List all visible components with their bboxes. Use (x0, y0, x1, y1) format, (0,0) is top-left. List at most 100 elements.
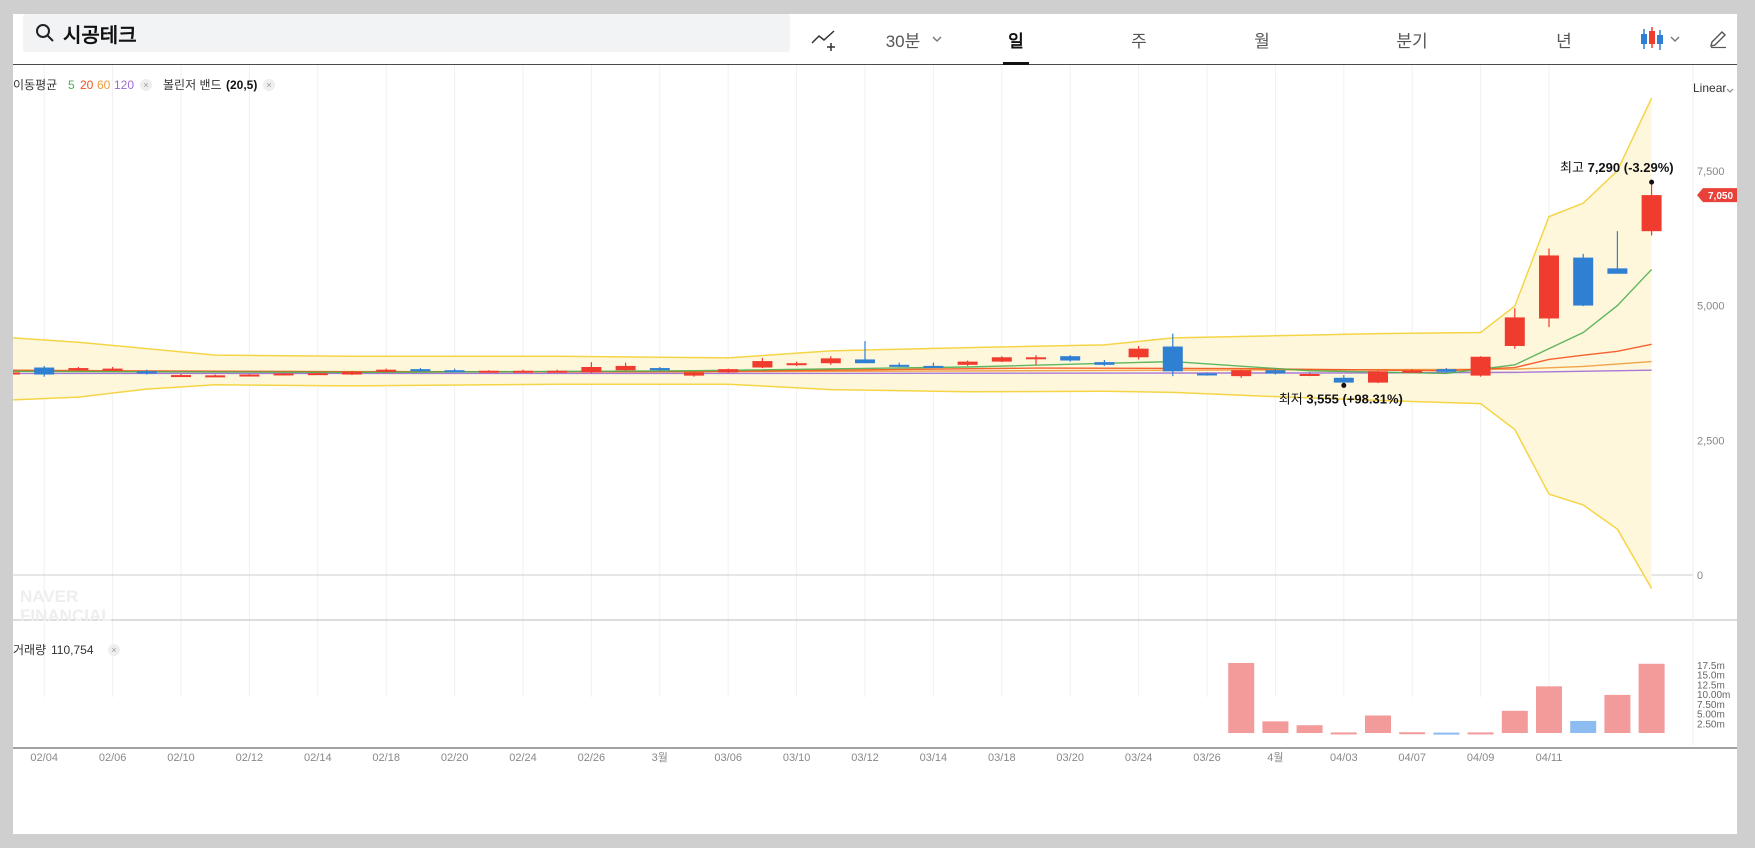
low-marker (1341, 382, 1347, 388)
volume-bar (1330, 732, 1357, 735)
low-prefix: 최저 (1279, 391, 1307, 406)
pencil-icon (1710, 31, 1726, 49)
volume-bar (1638, 663, 1665, 733)
volume-tick-label: 12.5m (1697, 680, 1725, 691)
volume-panel: 2.50m5.00m7.50m10.00m12.5m15.0m17.5m (1228, 661, 1730, 735)
bollinger-band (13, 97, 1653, 589)
chart-type-select[interactable] (1635, 14, 1685, 64)
date-tick-label: 03/10 (783, 752, 811, 764)
candle-body (1641, 195, 1662, 232)
bollinger-legend-label: 볼린저 밴드 (163, 78, 222, 92)
candle-body (718, 369, 739, 373)
tab-year[interactable]: 년 (1531, 14, 1597, 64)
candle-body (1607, 268, 1628, 274)
candle-body (1231, 370, 1252, 377)
candle-body (273, 373, 294, 376)
high-marker (1649, 179, 1655, 185)
candlestick-icon (1641, 27, 1663, 50)
candle-body (376, 369, 397, 372)
volume-value: 110,754 (51, 643, 94, 657)
ma-legend-label: 이동평균 (13, 78, 57, 92)
candle-body (991, 357, 1012, 362)
tab-week[interactable]: 주 (1106, 14, 1172, 64)
candle-body (923, 365, 944, 368)
scale-label: Linear (1693, 81, 1726, 95)
candle-body (1094, 362, 1115, 365)
search-input[interactable]: 시공테크 (23, 14, 790, 52)
candle-body (1436, 369, 1457, 372)
date-tick-label: 04/03 (1330, 752, 1358, 764)
candle-body (342, 371, 362, 375)
date-tick-label: 02/24 (509, 752, 537, 764)
volume-legend: 거래량 110,754 × (13, 643, 120, 657)
current-price-label: 7,050 (1708, 191, 1733, 202)
remove-bollinger-button[interactable]: × (263, 79, 275, 91)
date-tick-label: 02/18 (372, 752, 400, 764)
bollinger-params: (20,5) (226, 78, 257, 92)
stock-chart[interactable]: 최고 7,290 (-3.29%) 최저 3,555 (+98.31%) 0 2,5… (13, 65, 1737, 834)
volume-bar (1228, 663, 1255, 733)
candle-body (513, 370, 533, 373)
volume-tick-label: 17.5m (1697, 661, 1725, 672)
candle-body (68, 368, 89, 371)
tab-day[interactable]: 일 (983, 14, 1049, 65)
candle-body (410, 369, 431, 372)
candle-body (957, 361, 978, 365)
candle-body (444, 370, 465, 373)
date-tick-label: 04/11 (1536, 752, 1563, 764)
remove-volume-button[interactable]: × (108, 644, 120, 656)
date-tick-label: 4월 (1267, 751, 1283, 764)
candle-body (581, 366, 602, 373)
search-icon (36, 24, 54, 42)
candle-body (102, 368, 123, 371)
candle-body (786, 363, 807, 366)
low-value: 3,555 (+98.31%) (1306, 391, 1402, 406)
remove-ma-button[interactable]: × (140, 79, 152, 91)
interval-select[interactable]: 30분 (875, 14, 955, 64)
candle-body (820, 358, 841, 364)
volume-bar (1501, 710, 1528, 733)
candle-body (136, 371, 157, 374)
candle-body (13, 372, 20, 375)
volume-bar (1467, 732, 1494, 735)
candle-body (1333, 377, 1354, 383)
low-annotation-label: 최저 3,555 (+98.31%) (1279, 391, 1403, 406)
scale-select[interactable]: Linear (1693, 81, 1734, 95)
watermark-line-2: FINANCIAL (20, 606, 112, 625)
drawing-tool-button[interactable] (809, 14, 839, 64)
close-icon: × (143, 80, 148, 90)
candle-body (307, 373, 328, 376)
volume-bar (1262, 721, 1289, 733)
volume-label: 거래량 (13, 643, 46, 657)
candle-body (1470, 356, 1491, 376)
candle-body (855, 359, 875, 364)
date-tick-label: 02/12 (236, 752, 264, 764)
date-tick-label: 03/14 (920, 752, 948, 764)
tab-month[interactable]: 월 (1229, 14, 1295, 64)
candle-body (1197, 373, 1217, 376)
chevron-down-icon (1726, 88, 1734, 93)
candle-body (1060, 356, 1081, 361)
volume-tick-label: 10.00m (1697, 690, 1730, 701)
edit-button[interactable] (1703, 14, 1733, 64)
price-tick-label: 2,500 (1697, 435, 1725, 447)
ma-period-120: 120 (114, 78, 134, 92)
volume-bar (1296, 725, 1323, 733)
ma-period-60: 60 (97, 78, 111, 92)
app-window: 시공테크 30분 일 주 월 분기 년 최고 7,290 (-3.29%) 최저… (13, 14, 1737, 834)
watermark: NAVER FINANCIAL (20, 587, 112, 625)
watermark-line-1: NAVER (20, 587, 78, 606)
volume-bar (1365, 715, 1391, 733)
search-query: 시공테크 (63, 24, 137, 47)
price-axis: 0 2,500 5,000 7,500 7,050 (1697, 166, 1737, 582)
candle-body (1539, 255, 1559, 319)
date-axis: 02/04 02/06 02/10 02/12 02/14 02/18 02/20 02/24… (13, 747, 1737, 834)
high-value: 7,290 (-3.29%) (1588, 160, 1674, 175)
volume-bar (1604, 694, 1631, 733)
candle-body (205, 375, 226, 378)
grid-lines (13, 65, 1737, 745)
date-tick-label: 04/09 (1467, 752, 1495, 764)
tab-quarter[interactable]: 분기 (1372, 14, 1452, 64)
candle-body (34, 367, 55, 375)
bollinger-fill (13, 98, 1652, 589)
